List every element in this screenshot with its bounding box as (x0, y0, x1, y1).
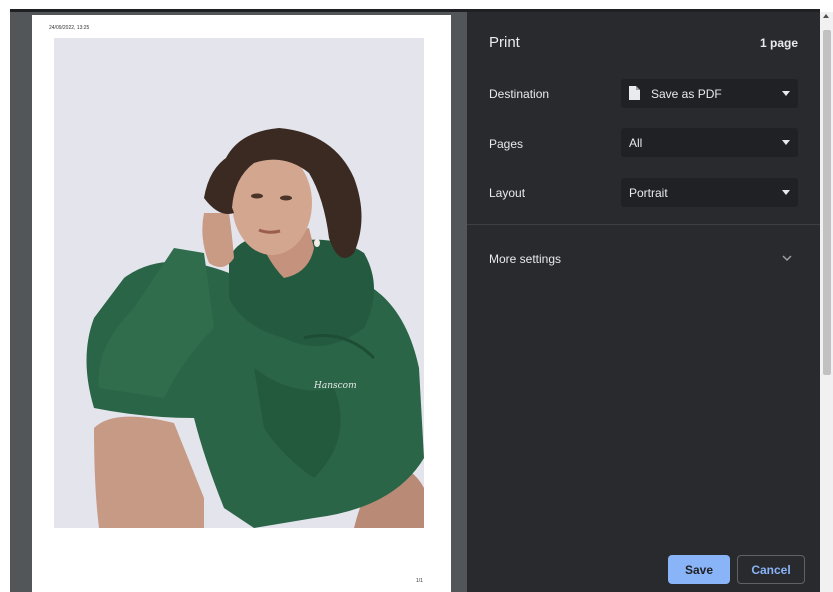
print-settings-panel: Print 1 page Destination Save as PDF Pag… (467, 12, 820, 592)
destination-select[interactable]: Save as PDF (621, 79, 798, 108)
scroll-up-arrow-icon[interactable] (823, 14, 829, 18)
caret-down-icon (782, 140, 790, 145)
scrollbar-thumb[interactable] (823, 30, 831, 375)
layout-label: Layout (489, 186, 526, 200)
caret-down-icon (782, 91, 790, 96)
preview-page: 24/09/2022, 13:25 Hanscom 1/1 (32, 15, 451, 592)
preview-photo: Hanscom (54, 38, 424, 528)
destination-value: Save as PDF (651, 87, 722, 101)
window-top-strip (0, 0, 833, 12)
pages-value: All (629, 136, 643, 150)
destination-label: Destination (489, 87, 550, 101)
print-preview-pane[interactable]: 24/09/2022, 13:25 Hanscom 1/1 (10, 12, 467, 592)
layout-value: Portrait (629, 186, 668, 200)
save-button[interactable]: Save (668, 555, 730, 584)
print-title: Print (489, 34, 520, 51)
page-count: 1 page (759, 36, 798, 50)
pages-select[interactable]: All (621, 128, 798, 157)
svg-text:Hanscom: Hanscom (313, 381, 357, 391)
page-header-timestamp: 24/09/2022, 13:25 (49, 25, 90, 31)
model-photo-image: Hanscom (54, 38, 424, 528)
file-icon (629, 86, 640, 100)
more-settings-label: More settings (489, 252, 562, 266)
page-number: 1/1 (416, 578, 423, 584)
pages-label: Pages (489, 137, 524, 151)
caret-down-icon (782, 190, 790, 195)
more-settings-toggle[interactable]: More settings (467, 242, 820, 274)
chevron-down-icon (782, 255, 792, 262)
divider (467, 224, 820, 225)
cancel-button[interactable]: Cancel (737, 555, 805, 584)
layout-select[interactable]: Portrait (621, 178, 798, 207)
